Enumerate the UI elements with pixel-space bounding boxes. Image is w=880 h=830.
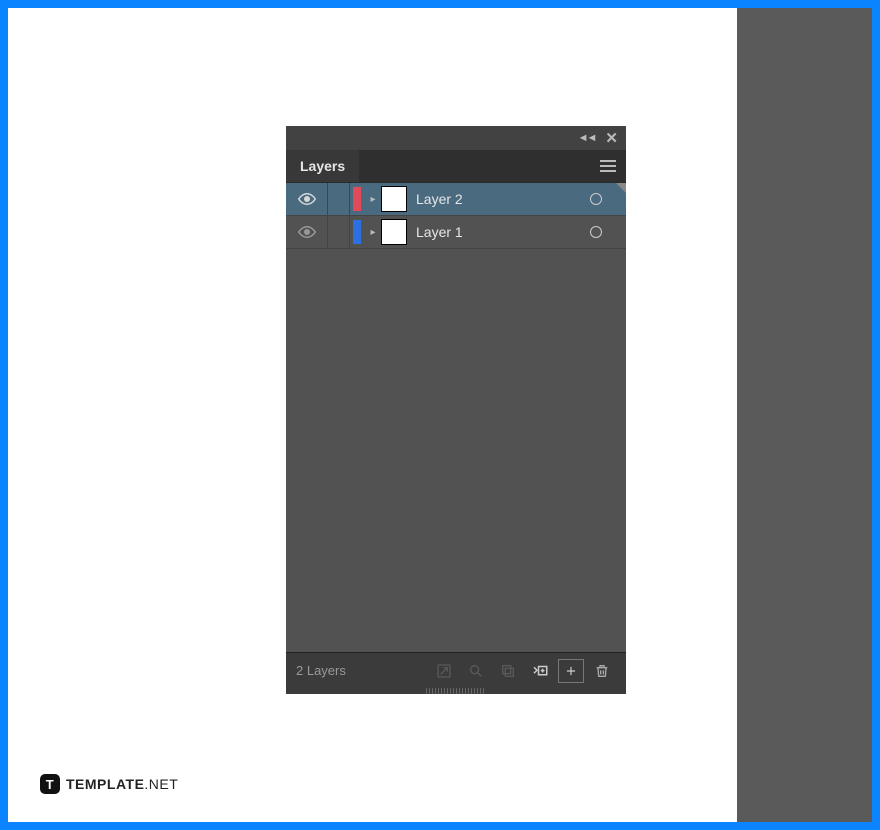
- panel-menu-icon[interactable]: [600, 160, 616, 172]
- delete-layer-icon[interactable]: [588, 657, 616, 685]
- watermark: T TEMPLATE.NET: [40, 774, 178, 794]
- resize-grip[interactable]: [426, 688, 486, 694]
- layer-name: Layer 1: [416, 224, 590, 240]
- watermark-light: .NET: [144, 776, 178, 792]
- panel-tab-row: Layers: [286, 150, 626, 182]
- layer-count-label: 2 Layers: [296, 663, 346, 678]
- layers-list: ▸ Layer 2 ▸ Layer 1: [286, 182, 626, 652]
- lock-cell[interactable]: [328, 183, 350, 215]
- lock-cell[interactable]: [328, 216, 350, 248]
- selection-indicator: [616, 183, 626, 193]
- eye-icon: [298, 190, 316, 208]
- target-icon[interactable]: [590, 226, 602, 238]
- app-frame: ◄◄ ✕ Layers ▸ Layer 2: [8, 8, 872, 822]
- layer-row[interactable]: ▸ Layer 2: [286, 183, 626, 216]
- panel-footer: 2 Layers: [286, 652, 626, 688]
- search-icon: [462, 657, 490, 685]
- tab-label: Layers: [300, 158, 345, 174]
- layer-thumbnail: [382, 187, 406, 211]
- layer-row[interactable]: ▸ Layer 1: [286, 216, 626, 249]
- target-icon[interactable]: [590, 193, 602, 205]
- expand-toggle[interactable]: ▸: [364, 227, 382, 238]
- layer-name: Layer 2: [416, 191, 590, 207]
- layer-color-swatch: [353, 220, 361, 244]
- new-sublayer-icon[interactable]: [526, 657, 554, 685]
- expand-toggle[interactable]: ▸: [364, 194, 382, 205]
- layer-thumbnail: [382, 220, 406, 244]
- new-layer-icon[interactable]: [558, 659, 584, 683]
- clipping-mask-icon: [494, 657, 522, 685]
- visibility-toggle[interactable]: [286, 183, 328, 215]
- visibility-toggle[interactable]: [286, 216, 328, 248]
- eye-icon: [298, 223, 316, 241]
- locate-object-icon: [430, 657, 458, 685]
- layer-color-swatch: [353, 187, 361, 211]
- watermark-bold: TEMPLATE: [66, 776, 144, 792]
- panel-topbar: ◄◄ ✕: [286, 126, 626, 150]
- tab-layers[interactable]: Layers: [286, 150, 359, 182]
- close-panel-icon[interactable]: ✕: [605, 129, 618, 147]
- collapse-panel-icon[interactable]: ◄◄: [578, 132, 596, 144]
- watermark-badge: T: [40, 774, 60, 794]
- layers-panel: ◄◄ ✕ Layers ▸ Layer 2: [286, 126, 626, 694]
- document-edge: [737, 8, 872, 822]
